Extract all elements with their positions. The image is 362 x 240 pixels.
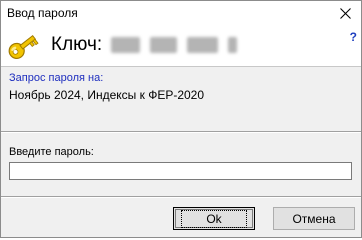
divider xyxy=(1,66,361,67)
request-value: Ноябрь 2024, Индексы к ФЕР-2020 xyxy=(9,88,205,102)
close-button[interactable] xyxy=(329,1,361,26)
password-input[interactable] xyxy=(9,162,352,180)
request-caption: Запрос пароля на: xyxy=(9,72,104,84)
cancel-button[interactable]: Отмена xyxy=(273,207,355,230)
close-icon xyxy=(339,8,351,19)
key-header: Ключ: ? xyxy=(1,26,361,66)
key-value-redacted xyxy=(111,35,237,53)
help-button[interactable]: ? xyxy=(350,30,357,44)
ok-button-label: Ok xyxy=(181,209,247,228)
password-label: Введите пароль: xyxy=(9,146,94,158)
password-dialog: Ввод пароля Ключ: ? Запрос пароля на: Но… xyxy=(0,0,362,238)
key-icon xyxy=(8,34,39,60)
window-title: Ввод пароля xyxy=(7,6,78,20)
key-label: Ключ: xyxy=(51,34,103,55)
ok-button[interactable]: Ok xyxy=(173,207,255,230)
title-bar: Ввод пароля xyxy=(1,1,361,26)
